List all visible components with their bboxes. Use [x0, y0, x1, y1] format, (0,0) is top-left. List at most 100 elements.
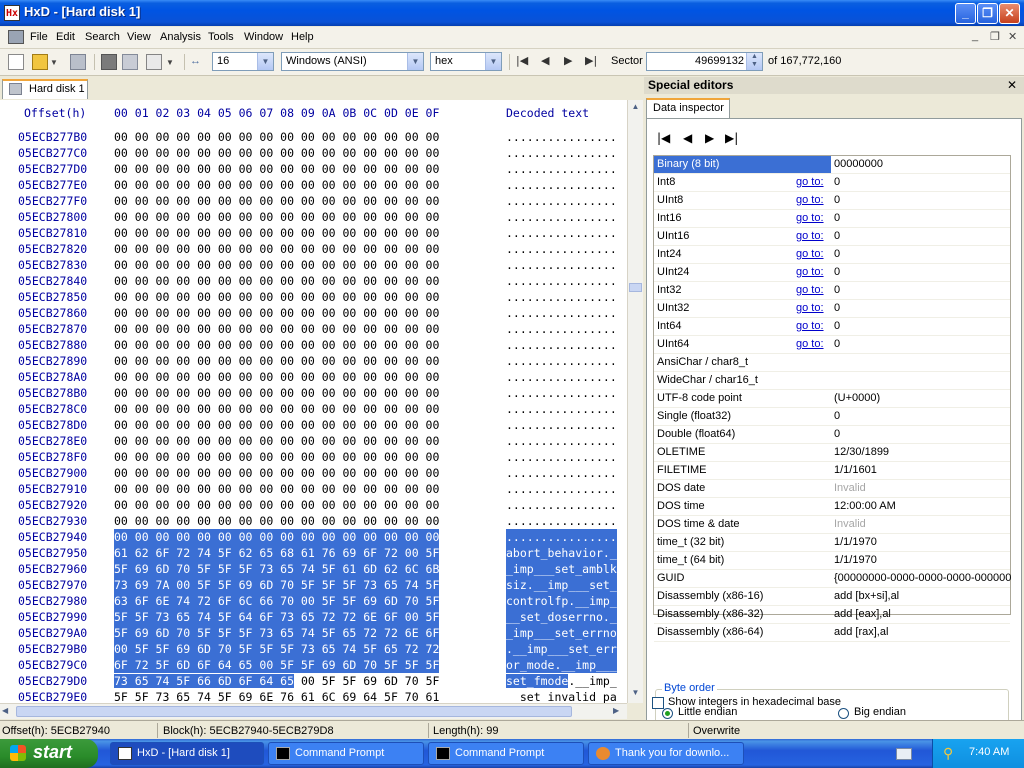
hex-row[interactable]: 05ECB277B0 00 00 00 00 00 00 00 00 00 00 … — [0, 129, 627, 145]
save-icon[interactable] — [70, 54, 86, 70]
inspector-row[interactable]: DOS date Invalid — [654, 480, 1010, 498]
hex-row[interactable]: 05ECB27980 63 6F 6E 74 72 6F 6C 66 70 00 … — [0, 593, 627, 609]
inspector-value[interactable]: 1/1/1970 — [834, 534, 877, 551]
inspector-row[interactable]: time_t (32 bit) 1/1/1970 — [654, 534, 1010, 552]
row-decoded-text[interactable]: ................ — [506, 177, 617, 193]
hex-row[interactable]: 05ECB27830 00 00 00 00 00 00 00 00 00 00 … — [0, 257, 627, 273]
row-hex-bytes[interactable]: 73 69 7A 00 5F 5F 69 6D 70 5F 5F 5F 73 6… — [114, 577, 440, 593]
inspector-row[interactable]: Disassembly (x86-16) add [bx+si],al — [654, 588, 1010, 606]
hex-row[interactable]: 05ECB27950 61 62 6F 72 74 5F 62 65 68 61 … — [0, 545, 627, 561]
start-button[interactable]: start — [0, 739, 98, 768]
row-hex-bytes[interactable]: 00 5F 5F 69 6D 70 5F 5F 5F 73 65 74 5F 6… — [114, 641, 440, 657]
row-hex-bytes[interactable]: 00 00 00 00 00 00 00 00 00 00 00 00 00 0… — [114, 353, 439, 369]
inspector-value[interactable]: add [rax],al — [834, 624, 888, 641]
row-hex-bytes[interactable]: 5F 69 6D 70 5F 5F 5F 73 65 74 5F 61 6D 6… — [114, 561, 440, 577]
next-sector-icon[interactable]: ▶ — [564, 54, 572, 67]
row-decoded-text[interactable]: ................ — [506, 513, 617, 529]
inspector-row[interactable]: Disassembly (x86-32) add [eax],al — [654, 606, 1010, 624]
task-command-prompt-2[interactable]: Command Prompt — [428, 742, 584, 765]
hex-row[interactable]: 05ECB27870 00 00 00 00 00 00 00 00 00 00 … — [0, 321, 627, 337]
inspector-value[interactable]: 0 — [834, 174, 840, 191]
hex-row[interactable]: 05ECB27810 00 00 00 00 00 00 00 00 00 00 … — [0, 225, 627, 241]
inspector-value[interactable]: 0 — [834, 228, 840, 245]
inspector-row[interactable]: AnsiChar / char8_t — [654, 354, 1010, 372]
scroll-right-icon[interactable]: ▶ — [613, 706, 619, 715]
row-decoded-text[interactable]: abort_behavior._ — [506, 545, 617, 561]
row-decoded-text[interactable]: __set_doserrno._ — [506, 609, 617, 625]
row-hex-bytes[interactable]: 00 00 00 00 00 00 00 00 00 00 00 00 00 0… — [114, 497, 439, 513]
hex-row[interactable]: 05ECB279E0 5F 5F 73 65 74 5F 69 6E 76 61 … — [0, 689, 627, 703]
hex-row[interactable]: 05ECB277D0 00 00 00 00 00 00 00 00 00 00 … — [0, 161, 627, 177]
sector-spinner[interactable]: ▲ ▼ — [746, 53, 762, 70]
hex-row[interactable]: 05ECB27940 00 00 00 00 00 00 00 00 00 00 … — [0, 529, 627, 545]
hex-row[interactable]: 05ECB27920 00 00 00 00 00 00 00 00 00 00 … — [0, 497, 627, 513]
row-hex-bytes[interactable]: 73 65 74 5F 66 6D 6F 64 65 00 5F 5F 69 6… — [114, 673, 439, 689]
close-button[interactable]: ✕ — [999, 3, 1020, 24]
hex-row[interactable]: 05ECB278D0 00 00 00 00 00 00 00 00 00 00 … — [0, 417, 627, 433]
row-hex-bytes[interactable]: 61 62 6F 72 74 5F 62 65 68 61 76 69 6F 7… — [114, 545, 440, 561]
inspector-row[interactable]: FILETIME 1/1/1601 — [654, 462, 1010, 480]
row-hex-bytes[interactable]: 00 00 00 00 00 00 00 00 00 00 00 00 00 0… — [114, 289, 439, 305]
menu-file[interactable]: File — [30, 31, 48, 43]
goto-link[interactable]: go to: — [796, 300, 824, 317]
scroll-thumb[interactable] — [16, 706, 572, 717]
row-decoded-text[interactable]: _imp___set_amblk — [506, 561, 617, 577]
hex-row[interactable]: 05ECB27880 00 00 00 00 00 00 00 00 00 00 … — [0, 337, 627, 353]
row-hex-bytes[interactable]: 00 00 00 00 00 00 00 00 00 00 00 00 00 0… — [114, 385, 439, 401]
row-hex-bytes[interactable]: 00 00 00 00 00 00 00 00 00 00 00 00 00 0… — [114, 225, 439, 241]
inspector-value[interactable]: {00000000-0000-0000-0000-000000 — [834, 570, 1011, 587]
inspector-row[interactable]: Int24 go to: 0 — [654, 246, 1010, 264]
row-hex-bytes[interactable]: 00 00 00 00 00 00 00 00 00 00 00 00 00 0… — [114, 161, 439, 177]
menu-edit[interactable]: Edit — [56, 31, 75, 43]
row-decoded-text[interactable]: ................ — [506, 401, 617, 417]
row-hex-bytes[interactable]: 00 00 00 00 00 00 00 00 00 00 00 00 00 0… — [114, 145, 439, 161]
row-hex-bytes[interactable]: 00 00 00 00 00 00 00 00 00 00 00 00 00 0… — [114, 321, 439, 337]
goto-link[interactable]: go to: — [796, 282, 824, 299]
row-hex-bytes[interactable]: 00 00 00 00 00 00 00 00 00 00 00 00 00 0… — [114, 193, 439, 209]
next-offset-icon[interactable]: ▶ — [705, 131, 714, 145]
row-hex-bytes[interactable]: 00 00 00 00 00 00 00 00 00 00 00 00 00 0… — [114, 513, 439, 529]
row-decoded-text[interactable]: ................ — [506, 209, 617, 225]
first-sector-icon[interactable]: |◀ — [516, 54, 528, 67]
goto-link[interactable]: go to: — [796, 174, 824, 191]
inspector-row[interactable]: Binary (8 bit) 00000000 — [654, 156, 1010, 174]
row-decoded-text[interactable]: set_fmode.__imp_ — [506, 673, 617, 689]
maximize-button[interactable]: ❐ — [977, 3, 998, 24]
scroll-down-icon[interactable]: ▼ — [629, 688, 642, 701]
inspector-value[interactable]: 00000000 — [834, 156, 883, 173]
row-hex-bytes[interactable]: 00 00 00 00 00 00 00 00 00 00 00 00 00 0… — [114, 305, 439, 321]
inspector-value[interactable]: 1/1/1601 — [834, 462, 877, 479]
row-decoded-text[interactable]: ................ — [506, 225, 617, 241]
row-hex-bytes[interactable]: 00 00 00 00 00 00 00 00 00 00 00 00 00 0… — [114, 257, 439, 273]
row-hex-bytes[interactable]: 00 00 00 00 00 00 00 00 00 00 00 00 00 0… — [114, 433, 439, 449]
hex-row[interactable]: 05ECB27910 00 00 00 00 00 00 00 00 00 00 … — [0, 481, 627, 497]
row-hex-bytes[interactable]: 00 00 00 00 00 00 00 00 00 00 00 00 00 0… — [114, 209, 439, 225]
hex-row[interactable]: 05ECB279A0 5F 69 6D 70 5F 5F 5F 73 65 74 … — [0, 625, 627, 641]
inspector-value[interactable]: 0 — [834, 282, 840, 299]
row-hex-bytes[interactable]: 00 00 00 00 00 00 00 00 00 00 00 00 00 0… — [114, 337, 439, 353]
inspector-value[interactable]: 0 — [834, 408, 840, 425]
menu-tools[interactable]: Tools — [208, 31, 234, 43]
tab-data-inspector[interactable]: Data inspector — [646, 98, 730, 118]
row-decoded-text[interactable]: controlfp.__imp_ — [506, 593, 617, 609]
task-browser[interactable]: Thank you for downlo... — [588, 742, 744, 765]
inspector-value[interactable]: 0 — [834, 210, 840, 227]
hex-row[interactable]: 05ECB278F0 00 00 00 00 00 00 00 00 00 00 … — [0, 449, 627, 465]
row-decoded-text[interactable]: ................ — [506, 145, 617, 161]
row-hex-bytes[interactable]: 5F 69 6D 70 5F 5F 5F 73 65 74 5F 65 72 7… — [114, 625, 440, 641]
inspector-row[interactable]: Int64 go to: 0 — [654, 318, 1010, 336]
row-decoded-text[interactable]: ................ — [506, 257, 617, 273]
goto-link[interactable]: go to: — [796, 246, 824, 263]
goto-link[interactable]: go to: — [796, 264, 824, 281]
row-hex-bytes[interactable]: 6F 72 5F 6D 6F 64 65 00 5F 5F 69 6D 70 5… — [114, 657, 440, 673]
close-icon[interactable]: ✕ — [1007, 78, 1017, 92]
row-decoded-text[interactable]: ................ — [506, 289, 617, 305]
hex-row[interactable]: 05ECB27840 00 00 00 00 00 00 00 00 00 00 … — [0, 273, 627, 289]
row-decoded-text[interactable]: ................ — [506, 161, 617, 177]
goto-link[interactable]: go to: — [796, 210, 824, 227]
charset-select[interactable]: Windows (ANSI) ▼ — [281, 52, 424, 71]
inspector-value[interactable]: Invalid — [834, 516, 866, 533]
row-decoded-text[interactable]: ................ — [506, 321, 617, 337]
task-command-prompt-1[interactable]: Command Prompt — [268, 742, 424, 765]
row-hex-bytes[interactable]: 5F 5F 73 65 74 5F 69 6E 76 61 6C 69 64 5… — [114, 689, 439, 703]
